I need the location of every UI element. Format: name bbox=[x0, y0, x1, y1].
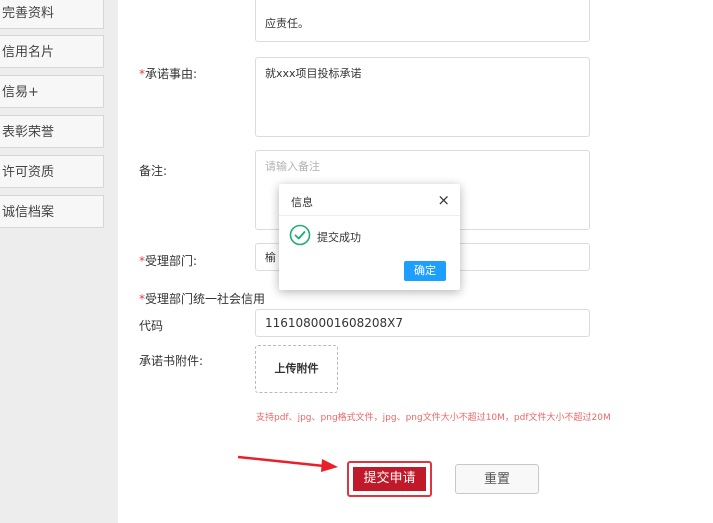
confirm-button[interactable]: 确定 bbox=[404, 261, 446, 281]
close-icon[interactable]: × bbox=[437, 191, 450, 209]
submit-application-button[interactable]: 提交申请 bbox=[347, 461, 432, 497]
sidebar-item-complete-profile[interactable]: 完善资料 bbox=[0, 0, 104, 29]
responsibility-text: 应责任。 bbox=[265, 17, 309, 30]
commitment-textarea[interactable]: 就xxx项目投标承诺 bbox=[255, 57, 590, 137]
page: 完善资料 信用名片 信易+ 表彰荣誉 许可资质 诚信档案 应责任。 *承诺事由:… bbox=[0, 0, 713, 523]
arrow-annotation-icon bbox=[237, 455, 338, 472]
sidebar-item-integrity-archive[interactable]: 诚信档案 bbox=[0, 195, 104, 228]
submit-label: 提交申请 bbox=[353, 467, 426, 491]
sidebar-item-licenses[interactable]: 许可资质 bbox=[0, 155, 104, 188]
remark-placeholder: 请输入备注 bbox=[265, 160, 320, 173]
attachment-label: 承诺书附件: bbox=[139, 354, 204, 368]
credit-code-input[interactable]: 1161080001608208X7 bbox=[255, 309, 590, 337]
sidebar: 完善资料 信用名片 信易+ 表彰荣誉 许可资质 诚信档案 bbox=[0, 0, 106, 523]
sidebar-item-label: 表彰荣誉 bbox=[2, 125, 55, 140]
sidebar-item-label: 完善资料 bbox=[2, 6, 55, 21]
credit-code-value: 1161080001608208X7 bbox=[265, 316, 404, 330]
credit-code-label: *受理部门统一社会信用 bbox=[139, 292, 266, 306]
reset-button[interactable]: 重置 bbox=[455, 464, 539, 494]
credit-code-label-cont: 代码 bbox=[139, 319, 164, 333]
sidebar-item-honors[interactable]: 表彰荣誉 bbox=[0, 115, 104, 148]
sidebar-item-label: 信易+ bbox=[2, 85, 39, 100]
dept-value: 榆 bbox=[265, 251, 276, 264]
success-check-icon bbox=[289, 224, 311, 246]
sidebar-item-credit-card[interactable]: 信用名片 bbox=[0, 35, 104, 68]
responsibility-textarea[interactable]: 应责任。 bbox=[255, 0, 590, 42]
upload-attachment-button[interactable]: 上传附件 bbox=[255, 345, 338, 393]
dialog-title: 信息 bbox=[291, 196, 313, 209]
sidebar-item-credit-plus[interactable]: 信易+ bbox=[0, 75, 104, 108]
remark-label: 备注: bbox=[139, 164, 168, 178]
dialog-divider bbox=[279, 215, 460, 216]
sidebar-item-label: 许可资质 bbox=[2, 165, 55, 180]
dept-label: *受理部门: bbox=[139, 254, 198, 268]
commitment-label: *承诺事由: bbox=[139, 67, 198, 81]
sidebar-item-label: 诚信档案 bbox=[2, 205, 55, 220]
success-dialog: 信息 × 提交成功 确定 bbox=[279, 184, 460, 290]
commitment-value: 就xxx项目投标承诺 bbox=[265, 67, 362, 80]
upload-hint: 支持pdf、jpg、png格式文件，jpg、png文件大小不超过10M，pdf文… bbox=[256, 413, 611, 423]
sidebar-item-label: 信用名片 bbox=[2, 45, 55, 60]
dialog-message: 提交成功 bbox=[317, 231, 361, 244]
